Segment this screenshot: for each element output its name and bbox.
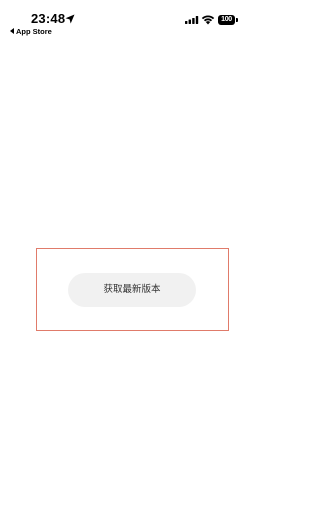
update-panel: 获取最新版本 (36, 248, 229, 331)
battery-icon: 100 (218, 15, 238, 25)
signal-icon (185, 16, 199, 24)
back-to-app-store-link[interactable]: App Store (10, 27, 52, 36)
wifi-icon (201, 15, 215, 25)
location-arrow-icon (65, 14, 75, 24)
battery-tip (236, 18, 238, 22)
back-chevron-icon (10, 28, 14, 34)
status-bar: 23:48 App Store 100 (0, 0, 322, 40)
get-latest-version-button[interactable]: 获取最新版本 (68, 273, 196, 307)
battery-level: 100 (218, 15, 235, 25)
back-link-label: App Store (16, 27, 52, 36)
status-time: 23:48 (31, 11, 66, 26)
